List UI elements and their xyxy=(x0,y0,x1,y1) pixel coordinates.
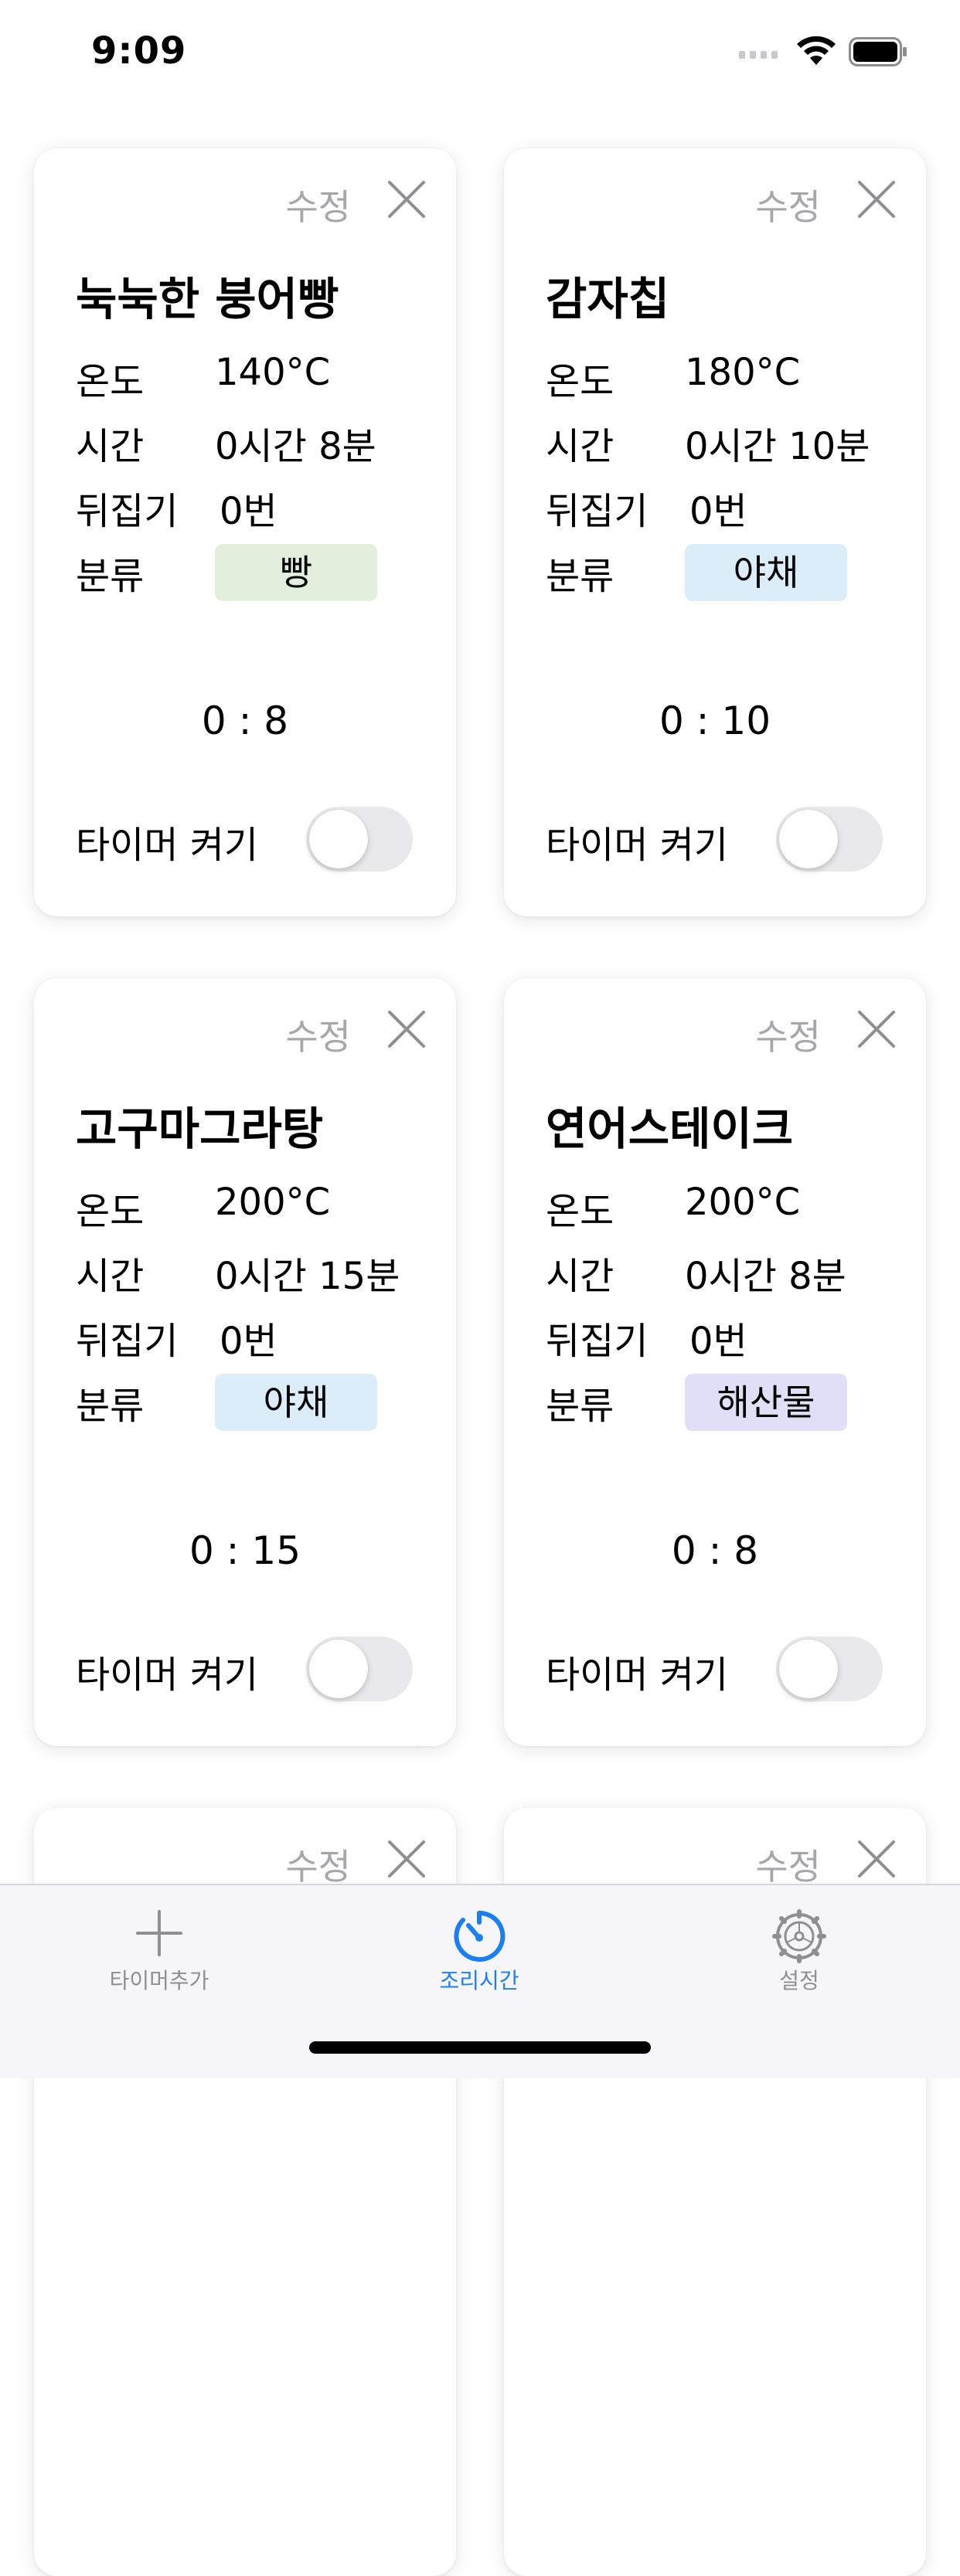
category-badge: 해산물 xyxy=(685,1374,847,1431)
time-value: 0시간 8분 xyxy=(685,1255,846,1298)
recipe-title: 눅눅한 붕어빵 xyxy=(76,273,339,325)
temperature-row: 온도 140°C xyxy=(76,351,331,403)
flip-value: 0번 xyxy=(220,490,277,533)
flip-row: 뒤집기 0번 xyxy=(76,1310,277,1364)
tab-bar: 타이머추가 조리시간 설정 xyxy=(0,1884,960,2078)
flip-row: 뒤집기 0번 xyxy=(546,481,747,535)
timer-icon xyxy=(454,1910,506,1962)
status-time: 9:09 xyxy=(91,29,187,73)
time-value: 0시간 15분 xyxy=(215,1255,400,1298)
edit-button[interactable]: 수정 xyxy=(755,179,821,230)
flip-value: 0번 xyxy=(689,490,747,533)
category-badge: 빵 xyxy=(215,544,377,601)
countdown-display: 0 : 8 xyxy=(201,698,289,743)
timer-toggle-label: 타이머 켜기 xyxy=(76,1653,259,1697)
time-row: 시간 0시간 15분 xyxy=(76,1246,400,1300)
category-row: 분류 xyxy=(546,1385,614,1428)
temperature-row: 온도 200°C xyxy=(76,1181,331,1233)
temperature-value: 140°C xyxy=(215,351,331,394)
timer-toggle-label: 타이머 켜기 xyxy=(76,824,259,867)
flip-row: 뒤집기 0번 xyxy=(76,481,277,535)
close-icon[interactable] xyxy=(386,179,427,219)
close-icon[interactable] xyxy=(856,1839,897,1879)
tab-add-timer[interactable]: 타이머추가 xyxy=(43,1885,275,2017)
edit-button[interactable]: 수정 xyxy=(755,1009,821,1060)
edit-button[interactable]: 수정 xyxy=(755,1839,821,1890)
flip-value: 0번 xyxy=(220,1320,277,1363)
recipe-card: 수정 연어스테이크 온도 200°C 시간 0시간 8분 뒤집기 0번 분류 해산물 … xyxy=(504,978,926,1746)
recipe-card: 수정 고구마그라탕 온도 200°C 시간 0시간 15분 뒤집기 0번 분류 야채 … xyxy=(34,978,456,1746)
tab-label: 설정 xyxy=(779,1968,819,1993)
category-badge: 야채 xyxy=(685,544,847,601)
tab-label: 타이머추가 xyxy=(109,1968,209,1993)
countdown-display: 0 : 10 xyxy=(659,698,771,743)
battery-icon xyxy=(849,37,907,66)
countdown-display: 0 : 15 xyxy=(189,1528,301,1573)
timer-toggle[interactable] xyxy=(776,1636,883,1701)
category-row: 분류 xyxy=(76,1385,145,1428)
time-value: 0시간 8분 xyxy=(215,425,376,468)
recipe-title: 연어스테이크 xyxy=(546,1103,794,1155)
temperature-value: 180°C xyxy=(685,351,801,394)
flip-value: 0번 xyxy=(689,1320,747,1363)
edit-button[interactable]: 수정 xyxy=(285,1839,351,1890)
time-value: 0시간 10분 xyxy=(685,425,870,468)
recipe-title: 고구마그라탕 xyxy=(76,1103,324,1155)
flip-row: 뒤집기 0번 xyxy=(546,1310,747,1364)
time-row: 시간 0시간 8분 xyxy=(546,1246,846,1300)
home-indicator xyxy=(309,2041,651,2054)
recipe-card: 수정 눅눅한 붕어빵 온도 140°C 시간 0시간 8분 뒤집기 0번 분류 빵 0… xyxy=(34,148,456,916)
category-row: 분류 xyxy=(546,555,614,598)
close-icon[interactable] xyxy=(386,1839,427,1879)
countdown-display: 0 : 8 xyxy=(671,1528,759,1573)
edit-button[interactable]: 수정 xyxy=(285,179,351,230)
time-row: 시간 0시간 10분 xyxy=(546,416,870,470)
recipe-card: 수정 감자칩 온도 180°C 시간 0시간 10분 뒤집기 0번 분류 야채 0 :… xyxy=(504,148,926,916)
recipe-title: 감자칩 xyxy=(546,273,670,325)
category-row: 분류 xyxy=(76,555,145,598)
close-icon[interactable] xyxy=(856,179,897,219)
cellular-signal-icon xyxy=(739,51,778,59)
tab-label: 조리시간 xyxy=(439,1968,519,1993)
status-bar: 9:09 xyxy=(0,0,960,108)
timer-toggle-label: 타이머 켜기 xyxy=(546,824,729,867)
timer-toggle[interactable] xyxy=(306,1636,413,1701)
gear-icon xyxy=(772,1909,826,1963)
edit-button[interactable]: 수정 xyxy=(285,1009,351,1060)
wifi-icon xyxy=(797,36,836,65)
timer-toggle[interactable] xyxy=(306,807,413,872)
timer-toggle[interactable] xyxy=(776,807,883,872)
temperature-row: 온도 200°C xyxy=(546,1181,801,1233)
temperature-value: 200°C xyxy=(215,1181,331,1224)
timer-toggle-label: 타이머 켜기 xyxy=(546,1653,729,1697)
tab-settings[interactable]: 설정 xyxy=(683,1885,915,2017)
temperature-value: 200°C xyxy=(685,1181,801,1224)
category-badge: 야채 xyxy=(215,1374,377,1431)
temperature-row: 온도 180°C xyxy=(546,351,801,403)
plus-icon xyxy=(136,1910,182,1956)
close-icon[interactable] xyxy=(386,1009,427,1049)
tab-cooking-time[interactable]: 조리시간 xyxy=(363,1885,595,2017)
time-row: 시간 0시간 8분 xyxy=(76,416,376,470)
close-icon[interactable] xyxy=(856,1009,897,1049)
